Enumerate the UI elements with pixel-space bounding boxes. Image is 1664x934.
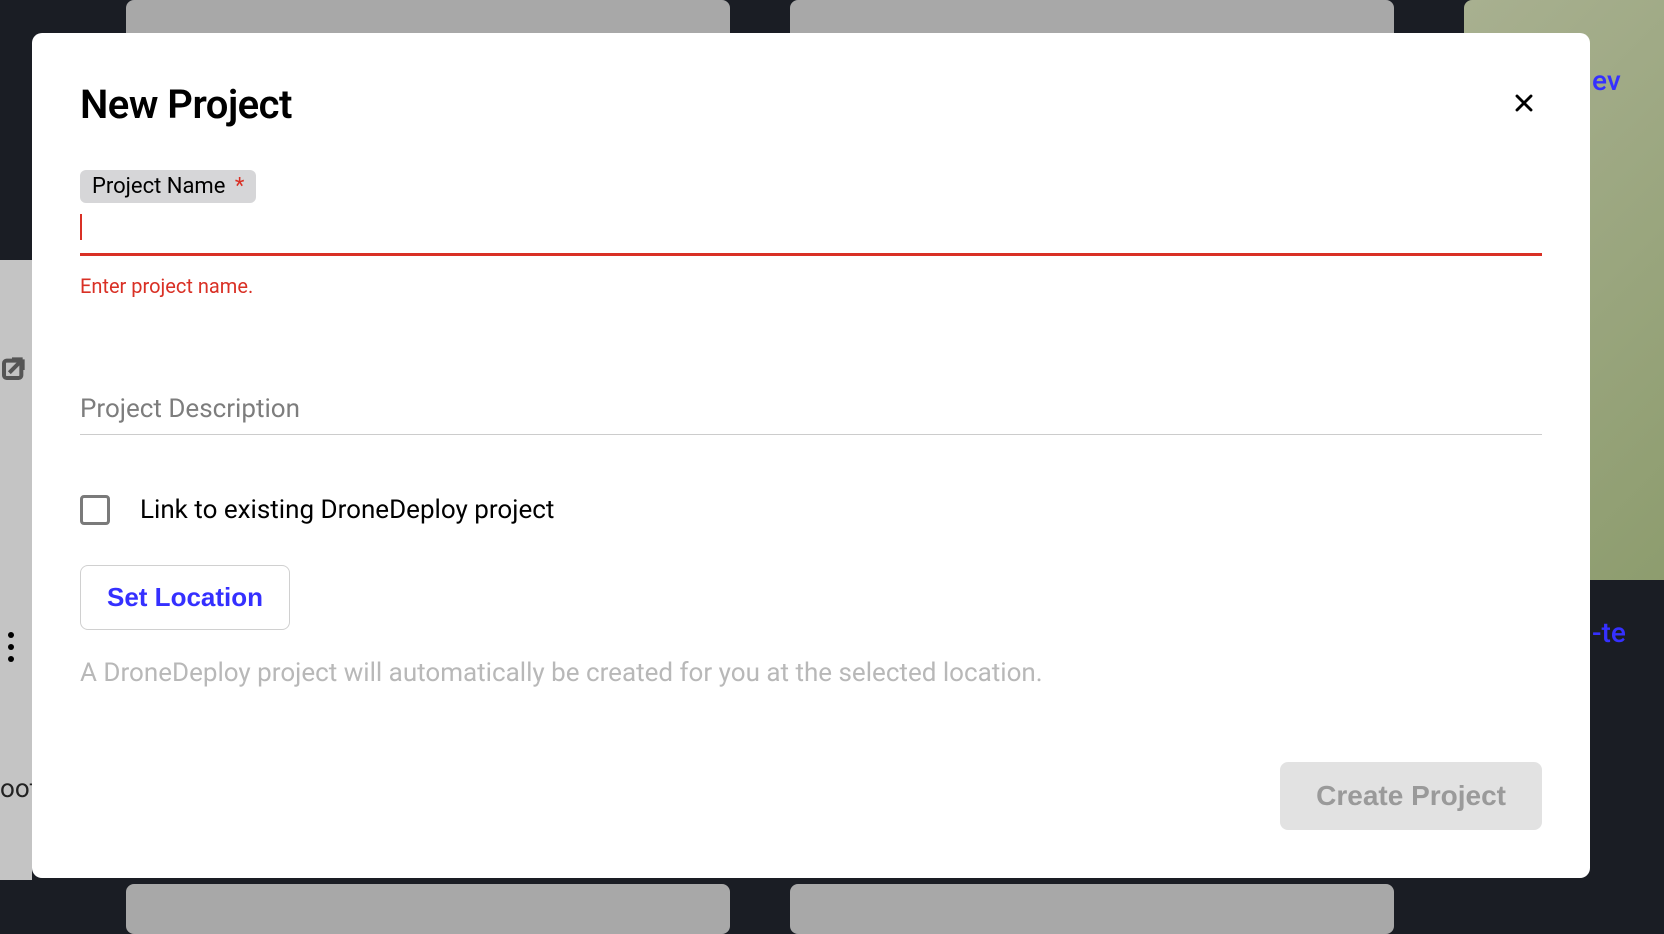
project-name-input[interactable] <box>80 211 1542 256</box>
project-name-label: Project Name * <box>80 170 256 203</box>
input-cursor <box>80 214 82 240</box>
external-link-icon <box>0 350 32 390</box>
project-name-group: Project Name * Enter project name. <box>80 170 1542 298</box>
new-project-modal: New Project Project Name * Enter project… <box>32 33 1590 878</box>
modal-footer: Create Project <box>80 762 1542 830</box>
create-project-button[interactable]: Create Project <box>1280 762 1542 830</box>
bg-link-text: ev <box>1592 64 1621 97</box>
required-asterisk: * <box>235 174 244 199</box>
bg-card <box>126 884 730 934</box>
close-button[interactable] <box>1506 85 1542 124</box>
modal-title: New Project <box>80 81 292 128</box>
location-helper-text: A DroneDeploy project will automatically… <box>80 658 1542 688</box>
link-existing-label: Link to existing DroneDeploy project <box>140 495 554 525</box>
bg-card <box>790 884 1394 934</box>
set-location-button[interactable]: Set Location <box>80 565 290 630</box>
link-existing-checkbox[interactable] <box>80 495 110 525</box>
bg-link-text: -te <box>1592 616 1626 649</box>
more-vertical-icon[interactable] <box>8 632 14 662</box>
link-existing-row: Link to existing DroneDeploy project <box>80 495 1542 525</box>
modal-header: New Project <box>80 81 1542 128</box>
project-description-input[interactable]: Project Description <box>80 394 1542 435</box>
project-name-error: Enter project name. <box>80 274 1542 298</box>
close-icon <box>1510 89 1538 120</box>
